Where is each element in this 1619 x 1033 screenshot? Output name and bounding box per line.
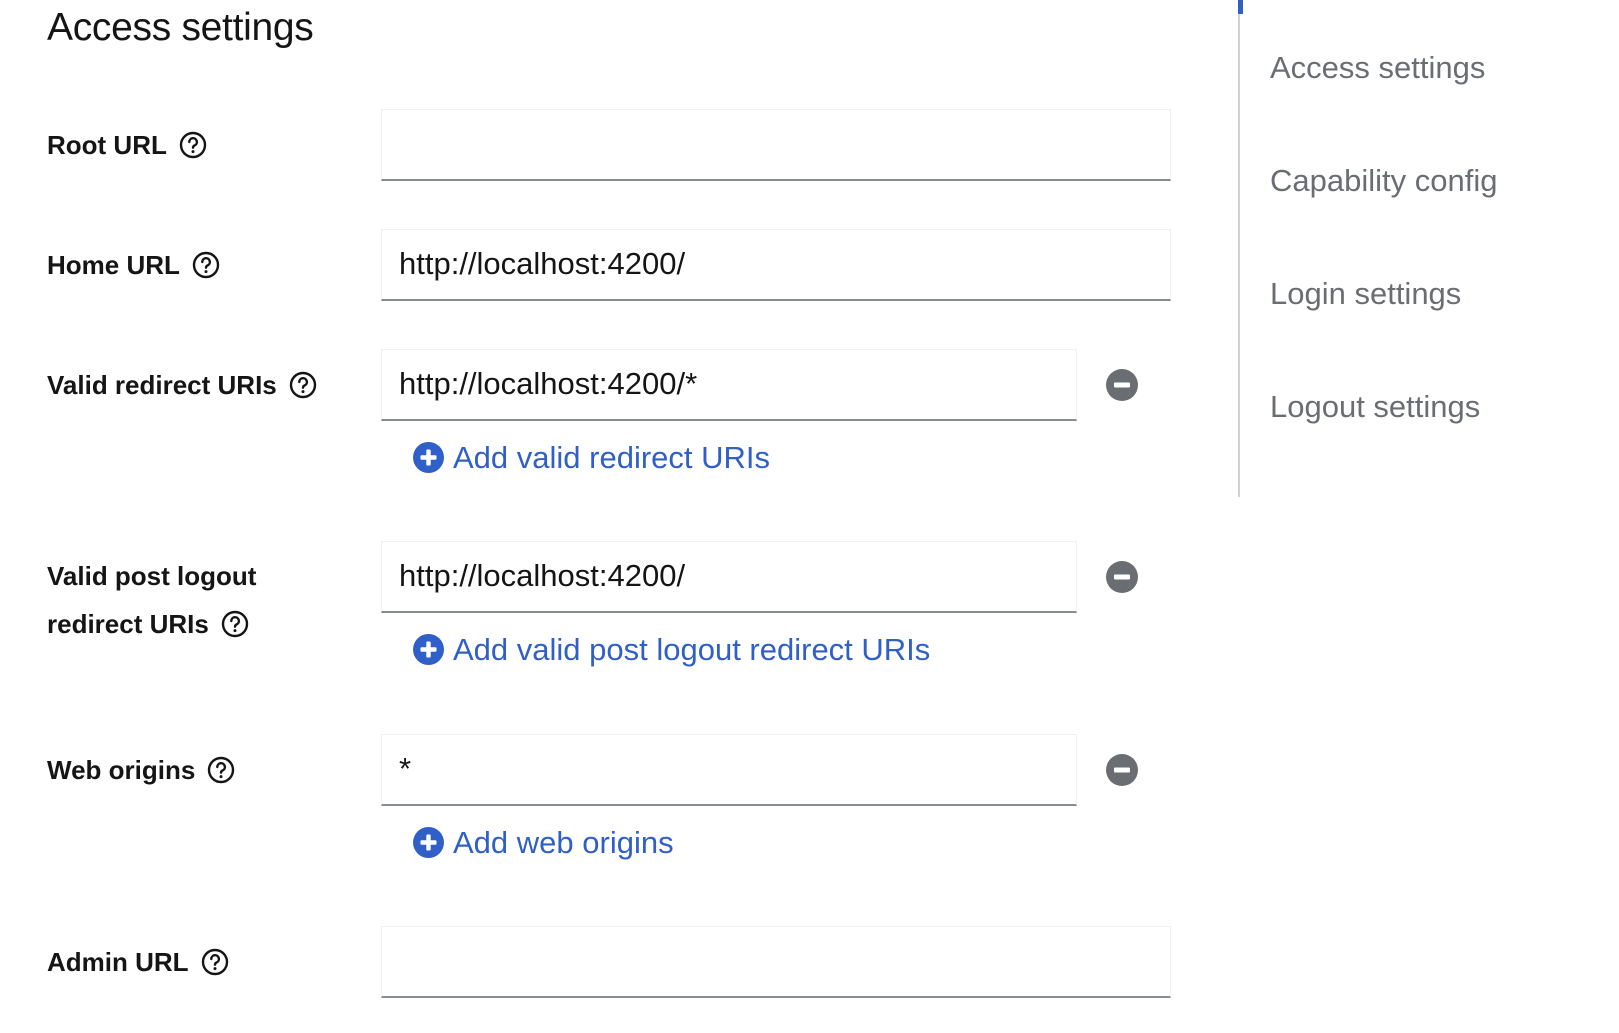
valid-redirect-uris-label-text: Valid redirect URIs [47,370,277,400]
jump-link-logout-settings[interactable]: Logout settings [1270,389,1480,425]
valid-redirect-uris-label: Valid redirect URIs [47,360,317,410]
valid-post-logout-label-line1: Valid post logout [47,561,257,591]
plus-circle-icon [413,441,444,473]
help-circle-icon[interactable] [221,610,249,638]
home-url-label: Home URL [47,240,220,290]
plus-circle-icon [413,826,444,858]
add-valid-post-logout-uris-label: Add valid post logout redirect URIs [453,632,931,667]
jump-links-rail [1238,0,1240,497]
add-valid-redirect-uris-label: Add valid redirect URIs [453,440,771,475]
valid-post-logout-label: Valid post logout redirect URIs [47,552,256,648]
jump-link-access-settings[interactable]: Access settings [1270,50,1485,86]
web-origin-input[interactable]: * [381,734,1077,806]
help-circle-icon[interactable] [289,371,317,399]
remove-post-logout-uri-button[interactable] [1106,561,1138,593]
web-origins-label: Web origins [47,745,235,795]
help-circle-icon[interactable] [201,948,229,976]
valid-redirect-uri-input[interactable]: http://localhost:4200/* [381,349,1077,421]
home-url-input[interactable]: http://localhost:4200/ [381,229,1171,301]
admin-url-label: Admin URL [47,937,229,987]
page-title: Access settings [47,6,314,49]
jump-link-capability-config[interactable]: Capability config [1270,163,1497,199]
valid-post-logout-uri-input[interactable]: http://localhost:4200/ [381,541,1077,613]
add-web-origins-label: Add web origins [453,825,674,860]
jump-link-login-settings[interactable]: Login settings [1270,276,1461,312]
remove-redirect-uri-button[interactable] [1106,369,1138,401]
root-url-label: Root URL [47,120,207,170]
home-url-label-text: Home URL [47,250,180,280]
add-valid-redirect-uris-link[interactable]: Add valid redirect URIs [413,438,770,478]
web-origins-label-text: Web origins [47,755,196,785]
help-circle-icon[interactable] [207,756,235,784]
jump-links-active-marker [1238,0,1243,14]
jump-links-nav: Access settings Capability config Login … [1238,0,1598,497]
help-circle-icon[interactable] [179,131,207,159]
admin-url-input[interactable] [381,926,1171,998]
remove-web-origin-button[interactable] [1106,754,1138,786]
valid-post-logout-label-line2: redirect URIs [47,609,209,639]
plus-circle-icon [413,633,444,665]
help-circle-icon[interactable] [192,251,220,279]
add-valid-post-logout-uris-link[interactable]: Add valid post logout redirect URIs [413,630,930,670]
root-url-label-text: Root URL [47,130,167,160]
admin-url-label-text: Admin URL [47,947,189,977]
root-url-input[interactable] [381,109,1171,181]
add-web-origins-link[interactable]: Add web origins [413,823,674,863]
